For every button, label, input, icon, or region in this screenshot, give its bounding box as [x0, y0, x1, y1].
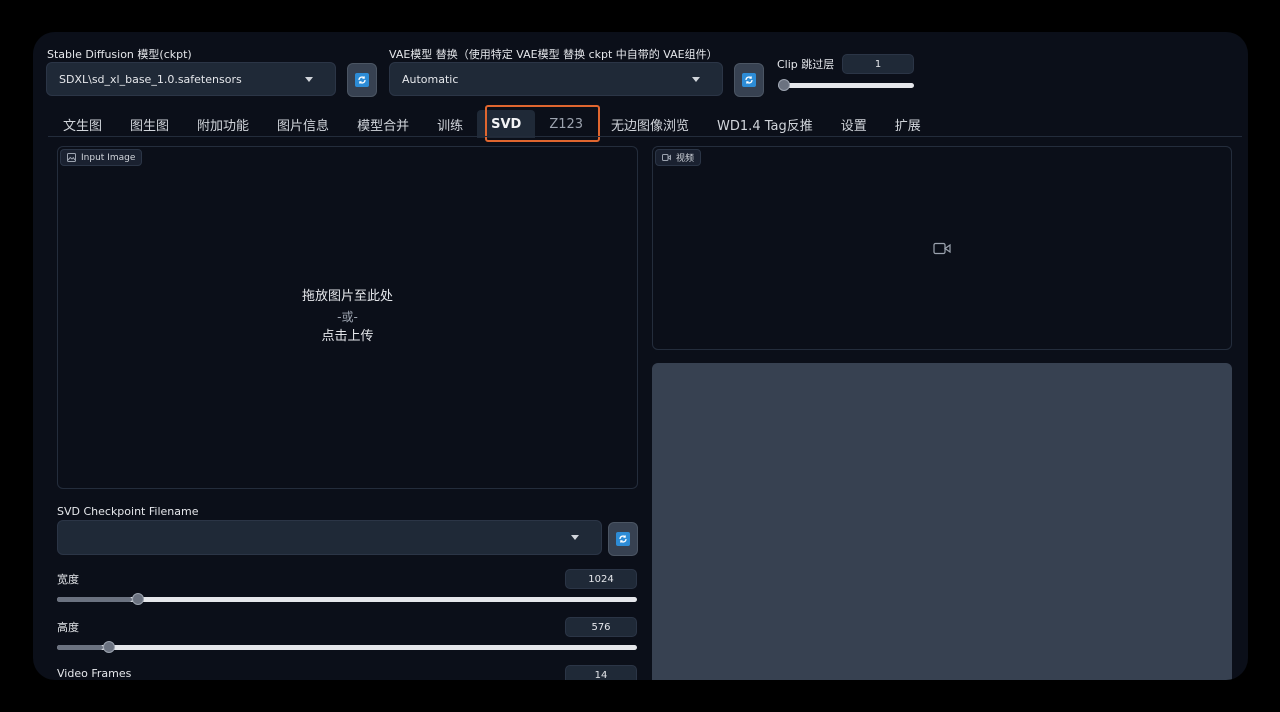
input-image-dropzone[interactable]: Input Image 拖放图片至此处 -或- 点击上传: [57, 146, 638, 489]
upload-click-text: 点击上传: [321, 329, 374, 344]
slider-thumb[interactable]: [132, 593, 145, 605]
svd-checkpoint-dropdown[interactable]: [57, 520, 602, 555]
slider-fill: [57, 645, 104, 650]
video-frames-label: Video Frames: [57, 667, 132, 680]
vae-label: VAE模型 替换（使用特定 VAE模型 替换 ckpt 中自带的 VAE组件）: [389, 48, 718, 61]
width-input[interactable]: 1024: [565, 569, 637, 589]
vae-value: Automatic: [402, 72, 459, 86]
chevron-down-icon: [692, 76, 700, 82]
slider-fill: [57, 597, 133, 602]
clip-skip-slider[interactable]: [778, 79, 914, 91]
width-label: 宽度: [57, 573, 79, 586]
video-tag: 视频: [655, 149, 702, 166]
tab-extras[interactable]: 附加功能: [183, 110, 263, 138]
tab-img2img[interactable]: 图生图: [116, 110, 183, 138]
video-output-panel: 视频: [652, 146, 1232, 350]
refresh-icon: [616, 532, 630, 546]
ckpt-refresh-button[interactable]: [347, 63, 377, 97]
chevron-down-icon: [305, 76, 313, 82]
width-slider[interactable]: [57, 593, 637, 605]
slider-thumb[interactable]: [778, 79, 790, 91]
ckpt-label: Stable Diffusion 模型(ckpt): [47, 48, 192, 61]
vae-refresh-button[interactable]: [734, 63, 764, 97]
video-camera-icon: [933, 242, 951, 255]
chevron-down-icon: [571, 535, 579, 540]
height-input[interactable]: 576: [565, 617, 637, 637]
ckpt-value: SDXL\sd_xl_base_1.0.safetensors: [59, 72, 242, 86]
upload-instructions: 拖放图片至此处 -或- 点击上传: [58, 287, 637, 347]
slider-track: [778, 83, 914, 88]
height-slider[interactable]: [57, 641, 637, 653]
upload-drop-text: 拖放图片至此处: [301, 289, 393, 304]
height-label: 高度: [57, 621, 79, 634]
tab-svd[interactable]: SVD: [477, 110, 536, 138]
image-icon: [67, 153, 76, 162]
tab-txt2img[interactable]: 文生图: [49, 110, 116, 138]
video-tag-label: 视频: [676, 154, 695, 164]
webui-window: Stable Diffusion 模型(ckpt) SDXL\sd_xl_bas…: [33, 32, 1248, 680]
video-preview-area: [652, 363, 1232, 680]
svd-checkpoint-label: SVD Checkpoint Filename: [57, 505, 199, 518]
video-camera-icon: [662, 154, 671, 161]
main-tabs: 文生图 图生图 附加功能 图片信息 模型合并 训练 SVD Z123 无边图像浏…: [49, 110, 935, 138]
tab-settings[interactable]: 设置: [827, 110, 881, 138]
clip-skip-label: Clip 跳过层: [777, 58, 835, 71]
tab-extensions[interactable]: 扩展: [881, 110, 935, 138]
refresh-icon: [742, 73, 756, 87]
video-frames-input[interactable]: 14: [565, 665, 637, 680]
tab-png-info[interactable]: 图片信息: [263, 110, 343, 138]
slider-thumb[interactable]: [103, 641, 116, 653]
tabs-divider: [48, 136, 1242, 137]
clip-skip-input[interactable]: 1: [842, 54, 914, 74]
input-image-tag-label: Input Image: [81, 152, 136, 163]
input-image-tag: Input Image: [60, 149, 143, 166]
top-settings-bar: Stable Diffusion 模型(ckpt) SDXL\sd_xl_bas…: [33, 32, 1248, 112]
tab-wd14-tagger[interactable]: WD1.4 Tag反推: [703, 110, 827, 138]
slider-track: [57, 645, 637, 650]
ckpt-dropdown[interactable]: SDXL\sd_xl_base_1.0.safetensors: [46, 62, 336, 96]
refresh-icon: [355, 73, 369, 87]
tab-train[interactable]: 训练: [423, 110, 477, 138]
upload-or-text: -或-: [337, 310, 358, 324]
tab-model-merge[interactable]: 模型合并: [343, 110, 423, 138]
tab-z123[interactable]: Z123: [535, 110, 597, 138]
tab-infinite-image-browsing[interactable]: 无边图像浏览: [597, 110, 703, 138]
vae-dropdown[interactable]: Automatic: [389, 62, 723, 96]
svd-checkpoint-refresh-button[interactable]: [608, 522, 638, 556]
